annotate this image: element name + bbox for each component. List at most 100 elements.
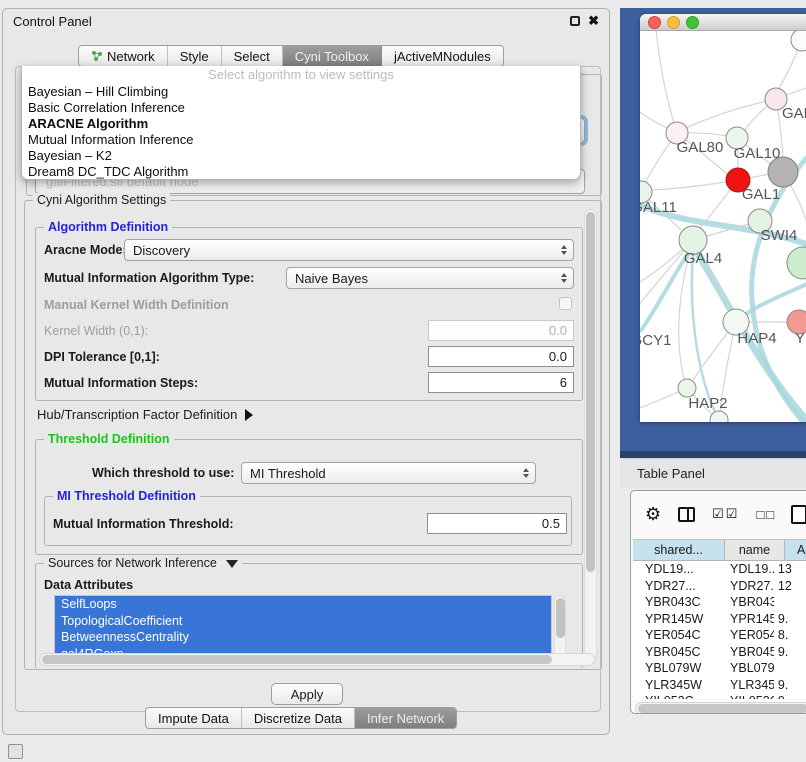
table-row[interactable]: YIL052CYIL052C9 bbox=[633, 693, 806, 699]
threshold-definition-legend: Threshold Definition bbox=[44, 432, 174, 446]
table-toolbar: ⚙ ☑☑ □□ bbox=[631, 491, 806, 537]
threshold-definition-group: Threshold Definition Which threshold to … bbox=[35, 439, 583, 555]
network-canvas[interactable]: GALGAL80GAL10GAL1GAL11SWI4GAL4GCY1HAP4YH… bbox=[640, 31, 806, 422]
tab-impute-data[interactable]: Impute Data bbox=[146, 708, 242, 728]
control-panel-title: Control Panel bbox=[13, 14, 570, 29]
tab-label: Style bbox=[180, 49, 209, 64]
table-column-header[interactable]: A bbox=[785, 539, 806, 561]
tab-network[interactable]: Network bbox=[79, 46, 168, 66]
dpi-tolerance-label: DPI Tolerance [0,1]: bbox=[44, 350, 160, 364]
table-settings-gear-icon[interactable]: ⚙ bbox=[645, 504, 661, 525]
table-row[interactable]: YLR345WYLR345W9. bbox=[633, 677, 806, 694]
table-cell bbox=[774, 660, 806, 677]
cyni-algorithm-settings-group: Cyni Algorithm Settings Algorithm Defini… bbox=[24, 200, 602, 670]
kernel-width-field[interactable]: 0.0 bbox=[428, 320, 574, 341]
table-row[interactable]: YER054CYER054C8. bbox=[633, 627, 806, 644]
table-row[interactable]: YBL079WYBL079W bbox=[633, 660, 806, 677]
table-header-row: shared...nameA bbox=[633, 539, 806, 561]
table-column-header[interactable]: name bbox=[725, 539, 785, 561]
data-attribute-item[interactable]: SelfLoops bbox=[55, 596, 551, 613]
close-panel-icon[interactable]: ✖ bbox=[588, 16, 599, 26]
table-row[interactable]: YDR27...YDR27...12 bbox=[633, 578, 806, 595]
export-table-icon[interactable] bbox=[791, 505, 806, 524]
kernel-width-value: 0.0 bbox=[549, 323, 567, 338]
data-attribute-item[interactable]: TopologicalCoefficient bbox=[55, 613, 551, 630]
column-layout-icon[interactable] bbox=[678, 507, 695, 522]
table-cell: YIL052C bbox=[718, 693, 774, 699]
table-horizontal-scrollbar[interactable] bbox=[635, 702, 806, 714]
tab-select[interactable]: Select bbox=[222, 46, 283, 66]
screen: { "control_panel": { "title": "Control P… bbox=[0, 0, 806, 762]
which-threshold-label: Which threshold to use: bbox=[92, 466, 234, 480]
expander-expanded-icon[interactable] bbox=[226, 560, 238, 568]
table-cell: 9. bbox=[774, 611, 806, 628]
tab-label: Select bbox=[234, 49, 270, 64]
network-node[interactable] bbox=[791, 31, 806, 51]
float-panel-icon[interactable] bbox=[570, 16, 580, 26]
network-node[interactable] bbox=[710, 411, 728, 422]
mi-threshold-value: 0.5 bbox=[542, 516, 560, 531]
tab-jactivemnodules[interactable]: jActiveMNodules bbox=[382, 46, 503, 66]
network-edge[interactable] bbox=[652, 180, 738, 190]
table-row[interactable]: YBR045CYBR045C9. bbox=[633, 644, 806, 661]
algorithm-dropdown-hint: Select algorithm to view settings bbox=[22, 67, 580, 84]
apply-button[interactable]: Apply bbox=[271, 683, 343, 705]
data-attribute-item[interactable]: BetweennessCentrality bbox=[55, 629, 551, 646]
algorithm-option[interactable]: Dream8 DC_TDC Algorithm bbox=[22, 164, 580, 180]
algorithm-option[interactable]: Bayesian – Hill Climbing bbox=[22, 84, 580, 100]
tab-style[interactable]: Style bbox=[168, 46, 222, 66]
table-cell: YDR27... bbox=[633, 578, 718, 595]
table-cell: YDL19... bbox=[633, 561, 718, 578]
settings-vertical-scrollbar[interactable] bbox=[584, 209, 597, 661]
window-minimize-icon[interactable] bbox=[667, 16, 680, 29]
table-cell bbox=[774, 594, 806, 611]
network-node-label: GAL10 bbox=[734, 145, 781, 162]
mi-threshold-legend: MI Threshold Definition bbox=[53, 489, 200, 503]
table-row[interactable]: YBR043CYBR043C bbox=[633, 594, 806, 611]
algorithm-option[interactable]: Basic Correlation Inference bbox=[22, 100, 580, 116]
network-node[interactable] bbox=[787, 247, 806, 279]
table-cell: 9. bbox=[774, 644, 806, 661]
table-cell: YLR345W bbox=[718, 677, 774, 694]
mi-type-combo[interactable]: Naive Bayes bbox=[286, 267, 574, 289]
tab-label: Infer Network bbox=[367, 711, 444, 726]
table-row[interactable]: YPR145WYPR145W9. bbox=[633, 611, 806, 628]
select-all-checkboxes-icon[interactable]: ☑☑ bbox=[712, 506, 739, 522]
tab-cyni-toolbox[interactable]: Cyni Toolbox bbox=[283, 46, 382, 66]
apply-button-label: Apply bbox=[291, 687, 324, 702]
combo-stepper-icon bbox=[523, 468, 529, 478]
aracne-mode-combo[interactable]: Discovery bbox=[124, 239, 574, 261]
panel-grip[interactable] bbox=[8, 744, 23, 759]
network-icon bbox=[91, 50, 103, 62]
network-node-label: HAP4 bbox=[737, 330, 776, 347]
manual-kernel-checkbox[interactable] bbox=[559, 297, 572, 310]
dpi-tolerance-field[interactable]: 0.0 bbox=[428, 346, 574, 367]
algorithm-option[interactable]: Bayesian – K2 bbox=[22, 148, 580, 164]
network-edge[interactable] bbox=[686, 99, 776, 128]
window-close-icon[interactable] bbox=[648, 16, 661, 29]
algorithm-option[interactable]: Mutual Information Inference bbox=[22, 132, 580, 148]
network-edge[interactable] bbox=[655, 31, 677, 133]
table-cell: YBL079W bbox=[633, 660, 718, 677]
mi-threshold-field[interactable]: 0.5 bbox=[427, 513, 567, 534]
settings-horizontal-scrollbar[interactable] bbox=[39, 653, 595, 666]
algorithm-option[interactable]: ARACNE Algorithm bbox=[22, 116, 580, 132]
mi-steps-field[interactable]: 6 bbox=[428, 372, 574, 393]
window-zoom-icon[interactable] bbox=[686, 16, 699, 29]
algorithm-definition-legend: Algorithm Definition bbox=[44, 220, 172, 234]
tab-infer-network[interactable]: Infer Network bbox=[355, 708, 456, 728]
table-cell: YBR045C bbox=[633, 644, 718, 661]
tab-discretize-data[interactable]: Discretize Data bbox=[242, 708, 355, 728]
tab-label: Impute Data bbox=[158, 711, 229, 726]
algorithm-dropdown-items: Bayesian – Hill ClimbingBasic Correlatio… bbox=[22, 84, 580, 180]
which-threshold-combo[interactable]: MI Threshold bbox=[241, 462, 536, 484]
table-row[interactable]: YDL19...YDL19...13 bbox=[633, 561, 806, 578]
cyni-mode-tabbar: Impute Data Discretize Data Infer Network bbox=[145, 707, 457, 729]
table-column-header[interactable]: shared... bbox=[633, 539, 725, 561]
hub-definition-label: Hub/Transcription Factor Definition bbox=[37, 407, 237, 422]
deselect-all-checkboxes-icon[interactable]: □□ bbox=[756, 507, 776, 522]
network-node[interactable] bbox=[768, 157, 798, 187]
hub-definition-expander[interactable]: Hub/Transcription Factor Definition bbox=[37, 407, 253, 422]
table-cell: YBR043C bbox=[633, 594, 718, 611]
table-cell: YPR145W bbox=[633, 611, 718, 628]
